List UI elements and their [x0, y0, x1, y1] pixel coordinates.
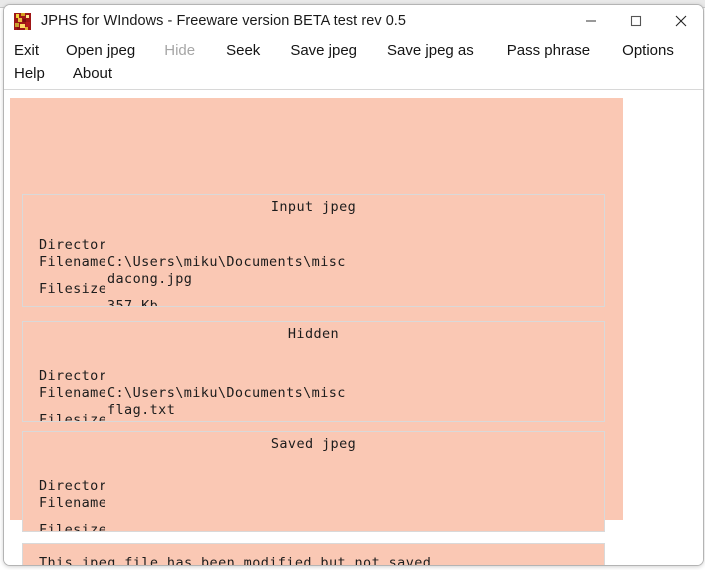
status-message: This jpeg file has been modified but not… — [39, 555, 432, 566]
input-jpeg-panel: Input jpeg Directory C:\Users\miku\Docum… — [22, 194, 605, 307]
input-size-row: Filesize 357 Kb Width 1200 pixel Height … — [23, 264, 604, 306]
hidden-filesize-label: Filesize — [39, 412, 105, 422]
approximate-max-label: Approximate max — [39, 304, 167, 306]
menu-item-pass-phrase[interactable]: Pass phrase — [504, 42, 593, 59]
menu-item-seek[interactable]: Seek — [223, 42, 263, 59]
input-filename-row: Filename dacong.jpg — [23, 237, 604, 287]
saved-panel-title: Saved jpeg — [270, 436, 357, 452]
minimize-button[interactable] — [568, 5, 613, 37]
client-area: Input jpeg Directory C:\Users\miku\Docum… — [4, 90, 703, 566]
window-controls — [568, 5, 703, 37]
title-bar: JPHS for WIndows - Freeware version BETA… — [4, 5, 703, 37]
hidden-directory-row: Directory C:\Users\miku\Documents\misc — [23, 351, 604, 401]
input-panel-title: Input jpeg — [270, 199, 357, 215]
maximize-button[interactable] — [613, 5, 658, 37]
maximize-icon — [630, 15, 641, 27]
hidden-file-panel: Hidden Directory C:\Users\miku\Documents… — [22, 321, 605, 422]
input-approximate-row: Approximate max 54 Kb recommended 33 Kb — [23, 287, 604, 306]
saved-jpeg-panel: Saved jpeg Directory Filename Filesize K… — [22, 431, 605, 532]
hidden-panel-title: Hidden — [287, 326, 340, 342]
menu-item-save-jpeg-as[interactable]: Save jpeg as — [384, 42, 477, 59]
menu-item-help[interactable]: Help — [11, 65, 48, 82]
saved-filename-row: Filename — [23, 478, 604, 511]
saved-filesize-label: Filesize — [39, 522, 105, 532]
jphs-app-icon — [14, 12, 31, 30]
hidden-filename-row: Filename flag.txt — [23, 368, 604, 418]
menu-row-primary: Exit Open jpeg Hide Seek Save jpeg Save … — [4, 39, 703, 62]
saved-directory-row: Directory — [23, 461, 604, 494]
close-button[interactable] — [658, 5, 703, 37]
minimize-icon — [585, 20, 596, 22]
input-directory-row: Directory C:\Users\miku\Documents\misc — [23, 220, 604, 270]
status-panel: This jpeg file has been modified but not… — [22, 543, 605, 566]
menu-item-save-jpeg[interactable]: Save jpeg — [287, 42, 360, 59]
window-title: JPHS for WIndows - Freeware version BETA… — [41, 13, 407, 29]
saved-filesize-row: Filesize Kb — [23, 505, 604, 531]
hidden-filesize-row: Filesize 1 Kb — [23, 395, 604, 421]
menu-item-options[interactable]: Options — [619, 42, 677, 59]
menu-item-open-jpeg[interactable]: Open jpeg — [63, 42, 138, 59]
menu-item-hide: Hide — [164, 42, 196, 59]
application-window: JPHS for WIndows - Freeware version BETA… — [3, 4, 704, 566]
menu-item-about[interactable]: About — [70, 65, 115, 82]
menu-item-exit[interactable]: Exit — [11, 42, 42, 59]
menu-row-secondary: Help About — [4, 62, 703, 85]
close-icon — [675, 15, 686, 27]
menu-bar: Exit Open jpeg Hide Seek Save jpeg Save … — [4, 37, 703, 90]
